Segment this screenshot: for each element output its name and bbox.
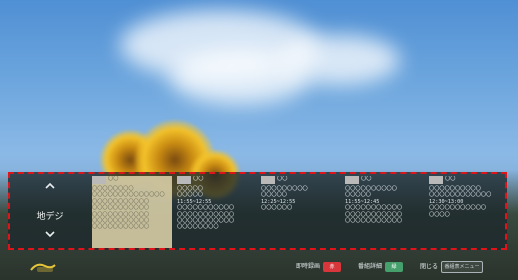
program-line: 〇〇〇〇 (429, 211, 450, 218)
green-key: 緑 (385, 261, 404, 272)
program-line: 〇〇〇〇〇〇〇〇〇〇〇 (92, 224, 150, 231)
program-card[interactable]: 〇〇 〇〇〇〇〇〇〇〇〇〇 〇〇〇〇〇 11:55~12:45 〇〇〇〇〇〇〇〇… (345, 176, 425, 248)
cloud (280, 35, 400, 85)
channel-logo-thumb (429, 176, 443, 184)
program-channel: 〇〇 (445, 176, 456, 182)
program-line: 〇〇〇〇〇〇〇〇 (177, 224, 219, 231)
brand-logo (30, 263, 56, 272)
red-key: 赤 (323, 261, 342, 272)
channel-logo-thumb (92, 176, 106, 184)
channel-logo-thumb (345, 176, 359, 184)
program-card[interactable]: 〇〇 〇〇〇〇〇〇〇〇〇〇 〇〇〇〇〇〇〇〇〇〇〇〇 12:30~13:00 〇… (429, 176, 509, 248)
program-time: 〇〇〇〇〇〇〇〇〇〇〇〇〇〇 (92, 192, 165, 199)
program-card[interactable]: 〇〇 〇〇〇〇〇〇〇〇〇 〇〇〇〇〇 12:25~12:55 〇〇〇〇〇〇 (261, 176, 341, 248)
channel-logo-thumb (261, 176, 275, 184)
channel-selector[interactable]: 地デジ (30, 176, 70, 246)
program-line: 〇〇〇〇〇〇〇〇〇〇〇 (345, 218, 403, 225)
program-line: 〇〇〇〇〇〇 (261, 205, 293, 212)
chevron-up-icon[interactable] (44, 180, 56, 192)
program-channel: 〇〇 (361, 176, 372, 182)
program-card-selected[interactable]: 〇〇 〇〇〇〇〇〇〇〇 〇〇〇〇〇〇〇〇〇〇〇〇〇〇 〇〇〇〇〇〇〇〇〇〇〇 〇… (92, 176, 172, 248)
channel-label: 地デジ (36, 212, 64, 222)
program-channel: 〇〇 (108, 176, 119, 182)
record-now-hint[interactable]: 即時録画赤 (296, 261, 342, 273)
record-now-label: 即時録画 (296, 263, 321, 270)
program-card[interactable]: 〇〇 〇〇〇〇〇 〇〇〇〇〇 11:55~12:55 〇〇〇〇〇〇〇〇〇〇〇 〇… (177, 176, 257, 248)
program-channel: 〇〇 (277, 176, 288, 182)
program-details-hint[interactable]: 番組詳細緑 (358, 261, 404, 273)
close-hint[interactable]: 閉じる 番組表メニュー (420, 261, 484, 273)
menu-key: 番組表メニュー (441, 261, 484, 273)
chevron-down-icon[interactable] (44, 228, 56, 240)
program-details-label: 番組詳細 (358, 263, 383, 270)
close-label: 閉じる (420, 263, 439, 271)
program-channel: 〇〇 (193, 176, 204, 182)
channel-logo-thumb (177, 176, 191, 184)
